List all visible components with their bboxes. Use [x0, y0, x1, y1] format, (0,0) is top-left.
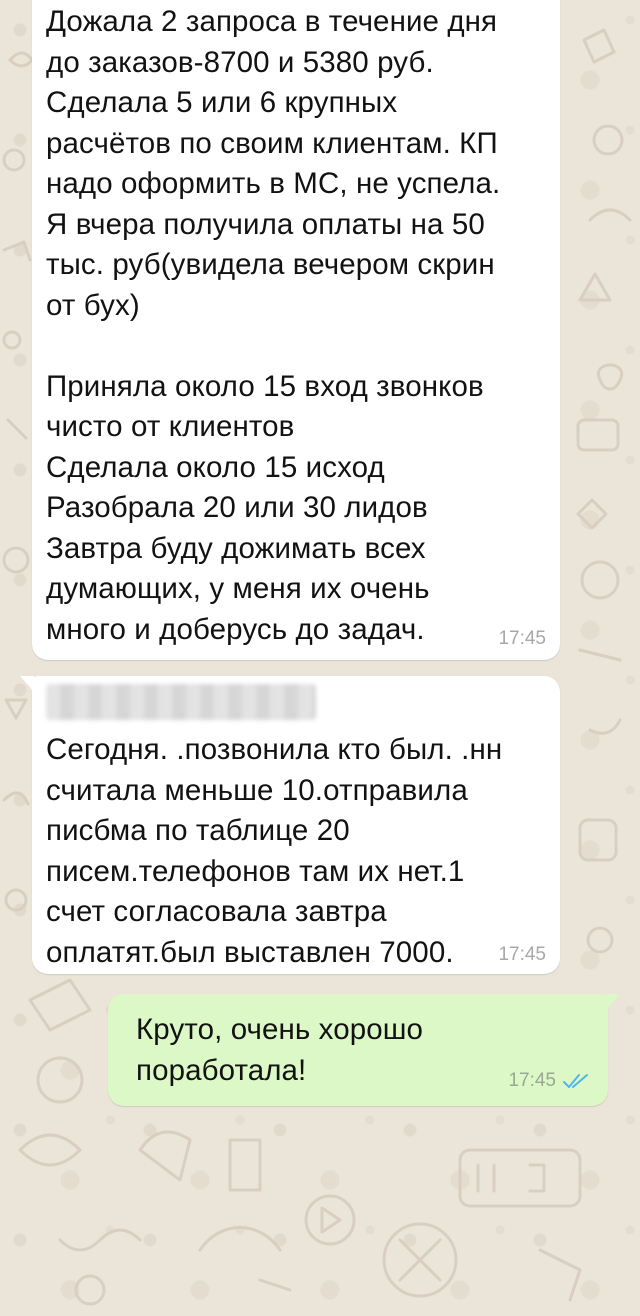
double-check-read-icon: [563, 1074, 588, 1088]
message-timestamp: 17:45: [508, 1070, 556, 1091]
message-text: Сегодня. .позвонила кто был. .нн считала…: [46, 733, 503, 969]
message-meta: 17:45: [508, 1070, 592, 1092]
message-timestamp: 17:45: [498, 944, 546, 965]
message-text: Дожала 2 запроса в течение дня до заказо…: [46, 5, 501, 646]
incoming-message-bubble[interactable]: Сегодня. .позвонила кто был. .нн считала…: [20, 676, 560, 974]
message-timestamp: 17:45: [498, 628, 546, 649]
bubble-tail: [606, 994, 620, 1010]
incoming-message-bubble[interactable]: Дожала 2 запроса в течение дня до заказо…: [32, 0, 560, 660]
outgoing-message-bubble[interactable]: Круто, очень хорошо поработала! 17:45: [108, 994, 620, 1106]
sender-name-blurred: [46, 684, 316, 720]
bubble-tail: [20, 676, 34, 692]
